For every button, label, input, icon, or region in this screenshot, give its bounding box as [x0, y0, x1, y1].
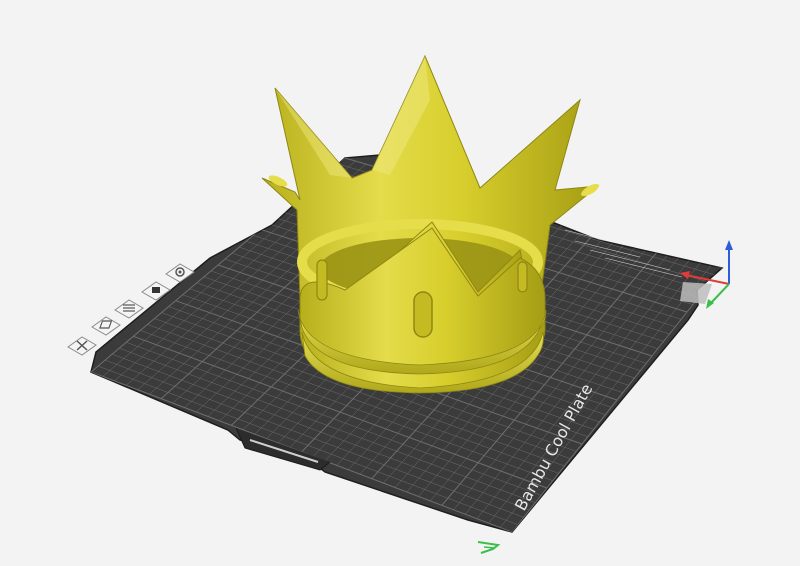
arrange-icon[interactable] — [114, 299, 144, 319]
crown-gem-slot — [517, 261, 528, 293]
y-axis — [709, 283, 730, 305]
close-icon[interactable] — [67, 336, 97, 356]
crown-gem-slot — [316, 259, 328, 301]
3d-viewport[interactable]: Bambu Cool Plate — [0, 0, 800, 566]
crown-gem-slot — [413, 291, 433, 338]
origin-marker — [680, 282, 712, 304]
plate-number-marker — [477, 541, 501, 554]
auto-orient-icon[interactable] — [91, 316, 121, 336]
